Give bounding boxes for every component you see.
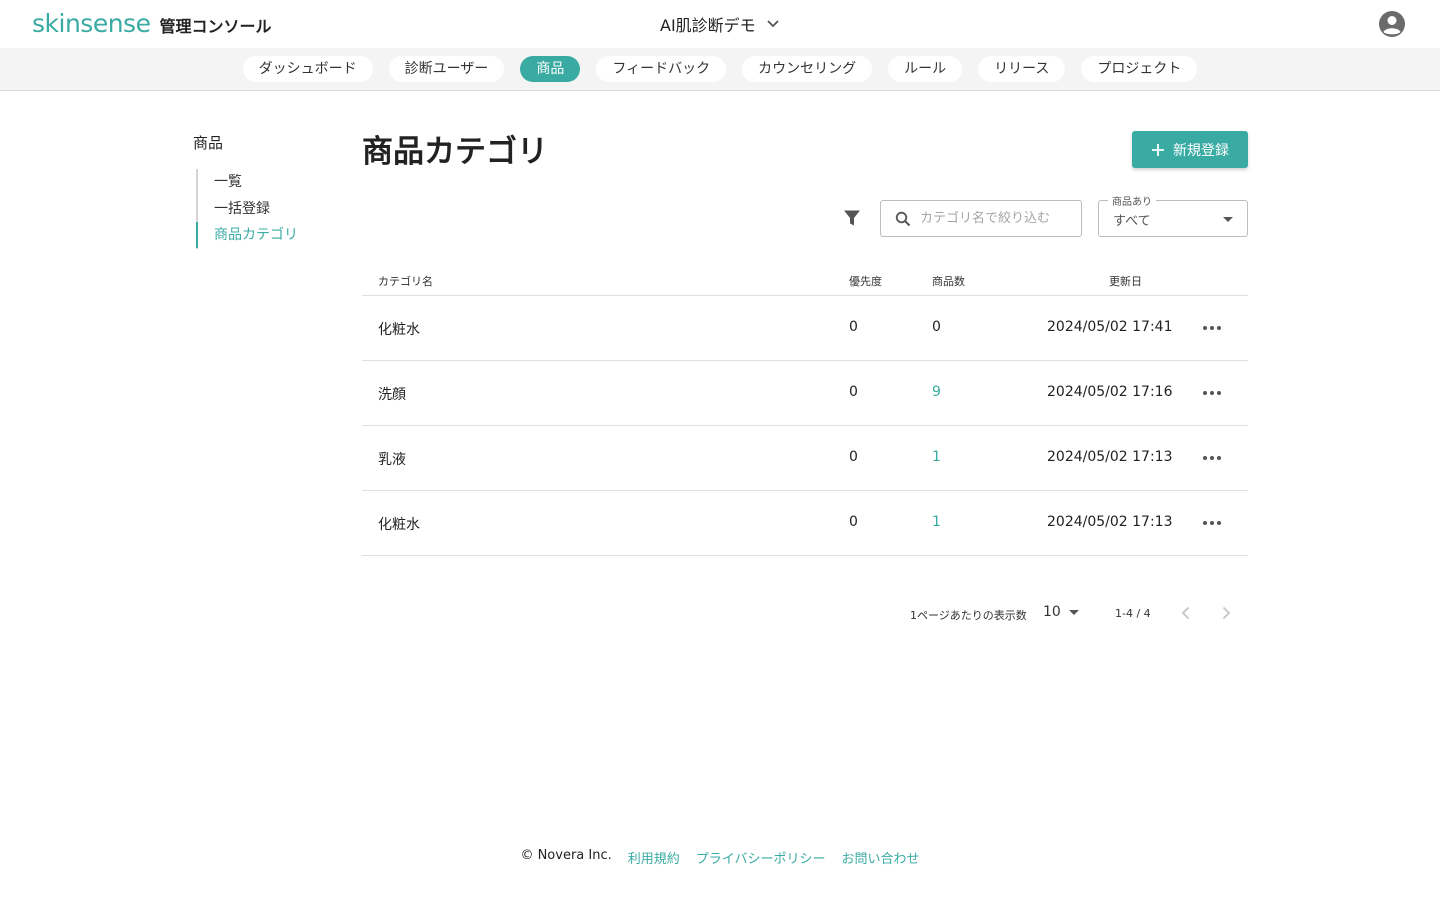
new-register-label: 新規登録 <box>1173 142 1229 159</box>
top-bar: skinsense 管理コンソール AI肌診断デモ <box>0 0 1440 48</box>
category-search-input[interactable] <box>920 211 1070 226</box>
tab-rules[interactable]: ルール <box>888 56 963 82</box>
sidebar-title: 商品 <box>193 134 224 152</box>
privacy-policy-link[interactable]: プライバシーポリシー <box>696 848 826 867</box>
cell-category-name: 洗顔 <box>378 387 406 403</box>
project-name: AI肌診断デモ <box>660 16 756 35</box>
terms-link[interactable]: 利用規約 <box>628 848 680 867</box>
page-title: 商品カテゴリ <box>362 134 548 170</box>
cell-priority: 0 <box>849 514 858 530</box>
sidebar-item-list[interactable]: 一覧 <box>198 169 298 196</box>
logo-subtitle: 管理コンソール <box>159 17 272 36</box>
cell-updated-date: 2024/05/02 17:13 <box>1047 449 1173 465</box>
rows-per-page-value: 10 <box>1043 604 1061 620</box>
cell-updated-date: 2024/05/02 17:16 <box>1047 384 1173 400</box>
search-icon <box>895 211 911 226</box>
column-header-name[interactable]: カテゴリ名 <box>378 273 433 289</box>
tab-dashboard[interactable]: ダッシュボード <box>242 56 373 82</box>
has-products-select[interactable]: 商品あり すべて <box>1098 193 1248 237</box>
chevron-left-icon[interactable] <box>1178 605 1194 621</box>
caret-down-icon <box>1068 609 1079 615</box>
table-row[interactable]: 化粧水 0 0 2024/05/02 17:41 <box>362 296 1248 361</box>
sidebar-menu: 一覧 一括登録 商品カテゴリ <box>196 169 298 249</box>
rows-per-page-select[interactable]: 10 <box>1043 604 1079 620</box>
footer: © Novera Inc. 利用規約 プライバシーポリシー お問い合わせ <box>0 848 1440 867</box>
chevron-right-icon[interactable] <box>1218 605 1234 621</box>
table-row[interactable]: 洗顔 0 9 2024/05/02 17:16 <box>362 361 1248 426</box>
table-row[interactable]: 乳液 0 1 2024/05/02 17:13 <box>362 426 1248 491</box>
category-search <box>880 200 1082 237</box>
caret-down-icon <box>1223 217 1233 222</box>
tab-diagnosis-users[interactable]: 診断ユーザー <box>388 56 505 82</box>
sidebar-item-product-categories[interactable]: 商品カテゴリ <box>196 222 298 249</box>
filter-icon[interactable] <box>843 209 861 227</box>
column-header-count[interactable]: 商品数 <box>932 273 965 289</box>
cell-priority: 0 <box>849 449 858 465</box>
more-horizontal-icon[interactable] <box>1200 450 1224 466</box>
column-header-updated[interactable]: 更新日 <box>1109 273 1142 289</box>
tab-projects[interactable]: プロジェクト <box>1081 56 1198 82</box>
cell-product-count: 0 <box>932 319 941 335</box>
nav-tabs: ダッシュボード 診断ユーザー 商品 フィードバック カウンセリング ルール リリ… <box>0 56 1440 82</box>
cell-updated-date: 2024/05/02 17:13 <box>1047 514 1173 530</box>
more-horizontal-icon[interactable] <box>1200 515 1224 531</box>
account-circle-icon[interactable] <box>1378 10 1406 38</box>
pagination: 1ページあたりの表示数 10 1-4 / 4 <box>0 600 1440 626</box>
tab-feedback[interactable]: フィードバック <box>596 56 727 82</box>
logo-wordmark: skinsense <box>32 9 151 38</box>
cell-priority: 0 <box>849 319 858 335</box>
has-products-label: 商品あり <box>1108 193 1156 208</box>
tab-counseling[interactable]: カウンセリング <box>742 56 873 82</box>
cell-product-count-link[interactable]: 9 <box>932 384 941 400</box>
plus-icon <box>1152 143 1164 156</box>
cell-category-name: 化粧水 <box>378 517 420 533</box>
cell-priority: 0 <box>849 384 858 400</box>
project-selector[interactable]: AI肌診断デモ <box>660 12 780 36</box>
page-range: 1-4 / 4 <box>1115 607 1151 620</box>
sidebar-item-bulk-register[interactable]: 一括登録 <box>198 196 298 223</box>
has-products-value: すべて <box>1113 214 1151 229</box>
chevron-down-icon <box>767 20 779 28</box>
new-register-button[interactable]: 新規登録 <box>1132 131 1248 168</box>
copyright: © Novera Inc. <box>520 848 612 863</box>
cell-product-count-link[interactable]: 1 <box>932 449 941 465</box>
main-nav: ダッシュボード 診断ユーザー 商品 フィードバック カウンセリング ルール リリ… <box>0 48 1440 91</box>
category-table: カテゴリ名 優先度 商品数 更新日 化粧水 0 0 2024/05/02 17:… <box>362 266 1248 556</box>
table-header: カテゴリ名 優先度 商品数 更新日 <box>362 266 1248 296</box>
more-horizontal-icon[interactable] <box>1200 385 1224 401</box>
more-horizontal-icon[interactable] <box>1200 320 1224 336</box>
cell-updated-date: 2024/05/02 17:41 <box>1047 319 1173 335</box>
cell-category-name: 乳液 <box>378 452 406 468</box>
cell-category-name: 化粧水 <box>378 322 420 338</box>
app-logo[interactable]: skinsense 管理コンソール <box>32 9 271 38</box>
tab-releases[interactable]: リリース <box>978 56 1066 82</box>
contact-link[interactable]: お問い合わせ <box>842 848 920 867</box>
cell-product-count-link[interactable]: 1 <box>932 514 941 530</box>
rows-per-page-label: 1ページあたりの表示数 <box>910 609 1027 622</box>
table-row[interactable]: 化粧水 0 1 2024/05/02 17:13 <box>362 491 1248 556</box>
tab-products[interactable]: 商品 <box>520 56 581 82</box>
column-header-priority[interactable]: 優先度 <box>849 273 882 289</box>
